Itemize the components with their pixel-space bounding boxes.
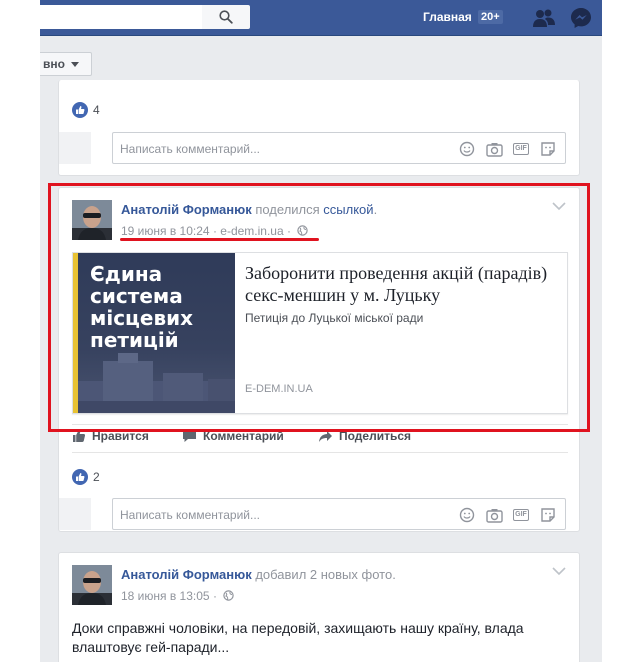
post-header: Анатолій Форманюк добавил 2 новых фото. … <box>72 565 568 607</box>
comment-placeholder: Написать комментарий... <box>120 142 261 156</box>
gif-icon[interactable]: GIF <box>512 506 530 524</box>
previous-post-card: 4 Написать комментарий... GIF <box>58 80 580 176</box>
search-icon <box>219 10 233 24</box>
post-action[interactable]: добавил 2 новых фото <box>255 567 392 582</box>
likes-summary[interactable]: 2 <box>72 469 100 485</box>
photo-post-card: Анатолій Форманюк добавил 2 новых фото. … <box>58 552 580 662</box>
like-reaction-icon <box>72 469 88 485</box>
divider <box>72 452 568 453</box>
likes-summary[interactable]: 4 <box>72 102 100 118</box>
friends-icon[interactable] <box>532 8 556 28</box>
camera-icon[interactable] <box>485 140 503 158</box>
red-highlight-frame <box>48 183 590 432</box>
like-reaction-icon <box>72 102 88 118</box>
feed-sort-label: вно <box>43 57 65 71</box>
messenger-icon[interactable] <box>570 7 592 29</box>
avatar <box>59 132 91 164</box>
comment-input[interactable]: Написать комментарий... GIF <box>112 132 566 164</box>
feed-sort-dropdown[interactable]: вно <box>40 52 92 76</box>
top-navigation-bar: Главная 20+ <box>40 0 602 36</box>
comment-input[interactable]: Написать комментарий... GIF <box>112 498 566 530</box>
globe-icon[interactable] <box>223 590 234 601</box>
home-notification-badge[interactable]: 20+ <box>478 10 503 24</box>
emoji-icon[interactable] <box>458 140 476 158</box>
camera-icon[interactable] <box>485 506 503 524</box>
comment-placeholder: Написать комментарий... <box>120 508 261 522</box>
post-meta: 18 июня в 13:05 · <box>121 589 234 603</box>
red-underline <box>120 238 319 241</box>
likes-count: 4 <box>93 103 100 117</box>
sticker-icon[interactable] <box>539 140 557 158</box>
avatar <box>59 498 91 530</box>
post-timestamp[interactable]: 18 июня в 13:05 <box>121 589 210 603</box>
chevron-down-icon <box>70 61 79 67</box>
home-link[interactable]: Главная <box>423 10 472 24</box>
search-button[interactable] <box>202 5 250 29</box>
post-text: Доки справжні чоловіки, на передовій, за… <box>72 620 524 655</box>
likes-count: 2 <box>93 470 100 484</box>
author-name[interactable]: Анатолій Форманюк <box>121 567 252 582</box>
avatar[interactable] <box>72 565 112 605</box>
title-period: . <box>392 567 396 582</box>
search-input[interactable] <box>40 5 225 29</box>
post-title: Анатолій Форманюк добавил 2 новых фото. <box>121 567 396 582</box>
gif-icon[interactable]: GIF <box>512 140 530 158</box>
meta-separator: · <box>212 589 217 603</box>
chevron-down-icon[interactable] <box>552 567 566 576</box>
sticker-icon[interactable] <box>539 506 557 524</box>
emoji-icon[interactable] <box>458 506 476 524</box>
